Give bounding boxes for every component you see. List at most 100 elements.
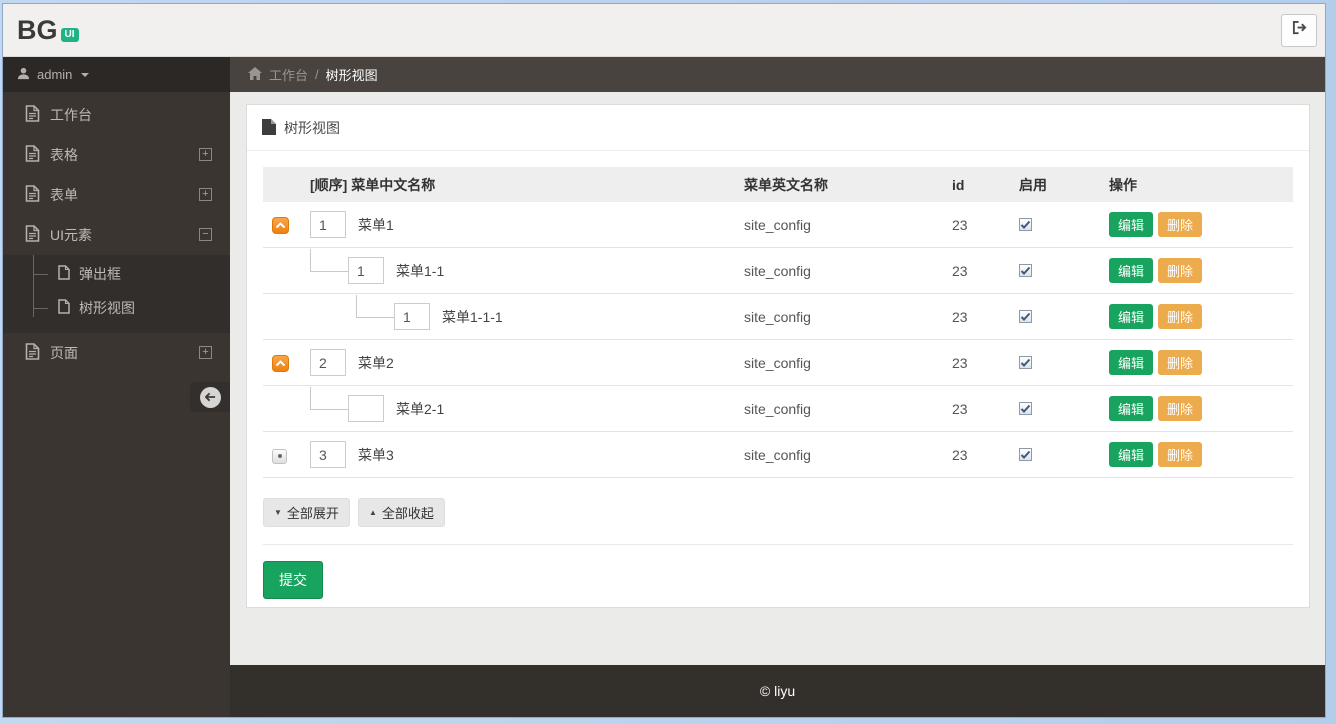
delete-button[interactable]: 删除 [1158,212,1202,237]
name-cell: 菜单1-1 [310,248,744,294]
delete-button[interactable]: 删除 [1158,258,1202,283]
file-text-icon [25,105,40,125]
sidebar-subitem-label: 树形视图 [79,298,135,318]
en-name-cell: site_config [744,432,952,478]
header-ops: 操作 [1109,167,1293,202]
collapse-node-icon[interactable] [272,217,289,234]
delete-button[interactable]: 删除 [1158,442,1202,467]
submit-button[interactable]: 提交 [263,561,323,599]
edit-button[interactable]: 编辑 [1109,350,1153,375]
plus-square-icon[interactable]: + [199,148,212,161]
toggle-cell [263,340,310,386]
expand-all-button[interactable]: ▼ 全部展开 [263,498,350,527]
header-toggle-spacer [263,167,310,202]
ops-cell: 编辑删除 [1109,202,1293,248]
name-cell: 菜单2-1 [310,386,744,432]
order-input[interactable] [348,257,384,284]
plus-square-icon[interactable]: + [199,346,212,359]
header-name: [顺序] 菜单中文名称 [310,167,744,202]
caret-down-icon [81,73,89,77]
breadcrumb-separator: / [315,67,319,82]
menu-name-label: 菜单2 [358,353,394,373]
sidebar-item-0[interactable]: 工作台 [3,95,230,135]
sidebar-item-3[interactable]: UI元素 − [3,215,230,255]
order-input[interactable] [310,211,346,238]
enabled-cell [1019,248,1109,294]
file-text-icon [25,225,40,245]
ops-cell: 编辑删除 [1109,432,1293,478]
ops-cell: 编辑删除 [1109,294,1293,340]
file-solid-icon [262,119,276,138]
menu-name-label: 菜单1-1 [396,261,444,281]
menu-name-label: 菜单2-1 [396,399,444,419]
sidebar-subitem-3-0[interactable]: 弹出框 [3,257,230,291]
home-icon [248,67,262,83]
delete-button[interactable]: 删除 [1158,350,1202,375]
panel-heading: 树形视图 [247,105,1309,151]
footer: © liyu [230,665,1325,717]
order-input[interactable] [310,349,346,376]
delete-button[interactable]: 删除 [1158,304,1202,329]
minus-square-icon[interactable]: − [199,228,212,241]
logout-button[interactable] [1281,14,1317,47]
menu-name-label: 菜单1-1-1 [442,307,503,327]
sidebar-item-4[interactable]: 页面+ [3,333,230,373]
order-input[interactable] [310,441,346,468]
plus-square-icon[interactable]: + [199,188,212,201]
tree-connector-line [310,387,348,410]
enabled-checkbox[interactable] [1019,356,1032,369]
tree-connector-line [356,295,394,318]
enabled-checkbox[interactable] [1019,402,1032,415]
sidebar-item-label: 工作台 [50,105,92,125]
edit-button[interactable]: 编辑 [1109,212,1153,237]
sidebar-menu: 工作台表格+表单+ UI元素 − 弹出框树形视图页面+ [3,92,230,373]
breadcrumb-home[interactable]: 工作台 [269,65,308,84]
file-icon [58,265,70,283]
user-icon [17,67,30,83]
order-input[interactable] [394,303,430,330]
tree-row-2: 菜单1-1-1 site_config23 编辑删除 [263,294,1293,340]
collapse-node-icon[interactable] [272,355,289,372]
tree-table: [顺序] 菜单中文名称 菜单英文名称 id 启用 操作 菜单1site_conf… [263,167,1293,478]
brand-logo[interactable]: BG UI [17,17,79,44]
sidebar-subitem-3-1[interactable]: 树形视图 [3,291,230,325]
edit-button[interactable]: 编辑 [1109,304,1153,329]
en-name-cell: site_config [744,340,952,386]
header-en-name: 菜单英文名称 [744,167,952,202]
delete-button[interactable]: 删除 [1158,396,1202,421]
tree-row-0: 菜单1site_config23编辑删除 [263,202,1293,248]
sidebar-submenu: 弹出框树形视图 [3,255,230,333]
en-name-cell: site_config [744,386,952,432]
leaf-node-icon[interactable] [272,449,287,464]
enabled-checkbox[interactable] [1019,218,1032,231]
en-name-cell: site_config [744,294,952,340]
expand-all-label: 全部展开 [287,503,339,522]
id-cell: 23 [952,294,1019,340]
header-enabled: 启用 [1019,167,1109,202]
file-text-icon [25,185,40,205]
order-input[interactable] [348,395,384,422]
tree-row-4: 菜单2-1site_config23编辑删除 [263,386,1293,432]
sidebar-subitem-label: 弹出框 [79,264,121,284]
enabled-cell [1019,294,1109,340]
edit-button[interactable]: 编辑 [1109,442,1153,467]
sidebar-item-2[interactable]: 表单+ [3,175,230,215]
collapse-all-label: 全部收起 [382,503,434,522]
name-cell: 菜单2 [310,340,744,386]
panel-body: [顺序] 菜单中文名称 菜单英文名称 id 启用 操作 菜单1site_conf… [247,151,1309,599]
copyright-text: © liyu [760,683,795,699]
breadcrumb: 工作台 / 树形视图 [230,57,1325,92]
breadcrumb-current: 树形视图 [326,65,378,84]
enabled-checkbox[interactable] [1019,310,1032,323]
sidebar-item-label: UI元素 [50,225,92,245]
edit-button[interactable]: 编辑 [1109,258,1153,283]
panel-title: 树形视图 [284,118,340,138]
collapse-all-button[interactable]: ▲ 全部收起 [358,498,445,527]
user-menu[interactable]: admin [3,57,230,92]
menu-name-label: 菜单3 [358,445,394,465]
enabled-checkbox[interactable] [1019,264,1032,277]
sidebar-collapse-button[interactable] [190,382,230,412]
sidebar-item-1[interactable]: 表格+ [3,135,230,175]
edit-button[interactable]: 编辑 [1109,396,1153,421]
enabled-checkbox[interactable] [1019,448,1032,461]
